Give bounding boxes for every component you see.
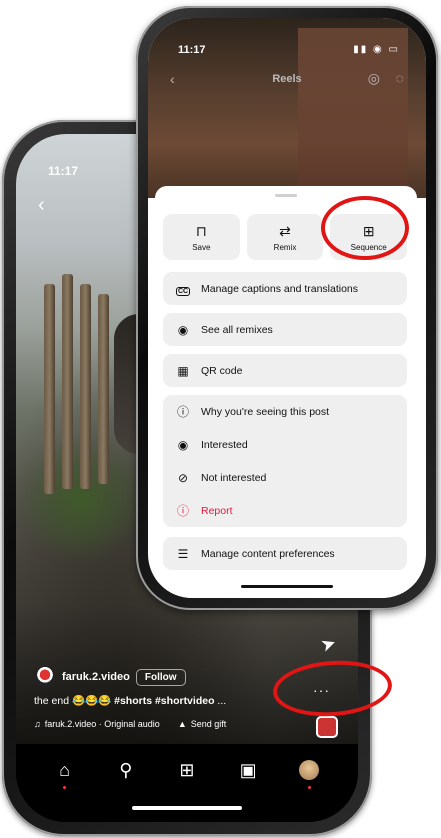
sheet-handle[interactable] — [275, 194, 297, 197]
not-interested-item[interactable]: ⊘ Not interested — [163, 461, 407, 494]
page-title: Reels — [272, 73, 302, 85]
status-time: 11:17 — [48, 164, 79, 178]
search-icon[interactable]: ⚲ — [112, 756, 140, 784]
info-icon: ⓘ — [176, 405, 189, 419]
audio-link[interactable]: ♫ faruk.2.video · Original audio — [34, 719, 160, 729]
bookmark-icon: ⊓ — [195, 222, 207, 239]
caption[interactable]: the end 😂😂😂 #shorts #shortvideo ... — [34, 694, 226, 707]
create-icon[interactable]: ⊞ — [173, 756, 201, 784]
music-note-icon: ♫ — [34, 719, 41, 729]
gift-icon: ▲ — [177, 719, 187, 729]
captions-icon: CC — [175, 286, 191, 296]
username[interactable]: faruk.2.video — [62, 671, 130, 683]
why-seeing-item[interactable]: ⓘ Why you're seeing this post — [163, 395, 407, 428]
qr-group: ▦ QR code — [163, 354, 407, 387]
sliders-icon: ☰ — [177, 546, 189, 561]
bottom-nav: ⌂ ⚲ ⊞ ▣ — [16, 744, 358, 822]
front-phone: 11:17 ▮▮ ◉ ▭ ‹ Reels ◎ ◌ ⊓ Save ⇄ Remix — [136, 6, 438, 610]
status-icons: ▮▮ ◉ ▭ — [353, 44, 400, 55]
profile-icon[interactable] — [295, 756, 323, 789]
audio-row: ♫ faruk.2.video · Original audio ▲ Send … — [34, 719, 226, 729]
camera-icon[interactable]: ◎ — [368, 70, 380, 87]
interested-item[interactable]: ◉ Interested — [163, 428, 407, 461]
see-all-remixes-item[interactable]: ◉ See all remixes — [163, 313, 407, 346]
remix-button[interactable]: ⇄ Remix — [246, 214, 324, 260]
home-icon[interactable]: ⌂ — [51, 756, 79, 789]
author-row: faruk.2.video Follow — [34, 666, 186, 688]
captions-group: CC Manage captions and translations — [163, 272, 407, 305]
report-icon: ⓘ — [176, 504, 189, 518]
feedback-group: ⓘ Why you're seeing this post ◉ Interest… — [163, 395, 407, 527]
tutorial-composite: 11:17 ‹ faruk.2.video Follow the end 😂😂😂… — [0, 0, 441, 838]
follow-button[interactable]: Follow — [135, 668, 186, 686]
send-gift-link[interactable]: ▲ Send gift — [178, 719, 226, 729]
reels-icon[interactable]: ▣ — [234, 756, 262, 784]
back-arrow-icon[interactable]: ‹ — [38, 194, 45, 217]
qr-code-icon: ▦ — [177, 363, 189, 378]
remixes-group: ◉ See all remixes — [163, 313, 407, 346]
eye-off-icon: ⊘ — [177, 470, 189, 485]
remix-icon: ⇄ — [279, 222, 291, 239]
report-item[interactable]: ⓘ Report — [163, 494, 407, 527]
eye-icon: ◉ — [177, 322, 189, 337]
messenger-icon[interactable]: ◌ — [396, 70, 404, 86]
highlight-circle-sequence — [321, 196, 409, 260]
preferences-group: ☰ Manage content preferences — [163, 537, 407, 570]
audio-thumbnail[interactable] — [316, 716, 338, 738]
manage-captions-item[interactable]: CC Manage captions and translations — [163, 272, 407, 305]
options-screen: 11:17 ▮▮ ◉ ▭ ‹ Reels ◎ ◌ ⊓ Save ⇄ Remix — [148, 18, 426, 598]
avatar[interactable] — [34, 666, 56, 688]
home-indicator — [132, 806, 242, 810]
status-time: 11:17 — [178, 44, 206, 56]
home-indicator — [241, 585, 333, 588]
eye-icon: ◉ — [177, 437, 189, 452]
qr-code-item[interactable]: ▦ QR code — [163, 354, 407, 387]
manage-preferences-item[interactable]: ☰ Manage content preferences — [163, 537, 407, 570]
save-button[interactable]: ⊓ Save — [163, 214, 240, 260]
